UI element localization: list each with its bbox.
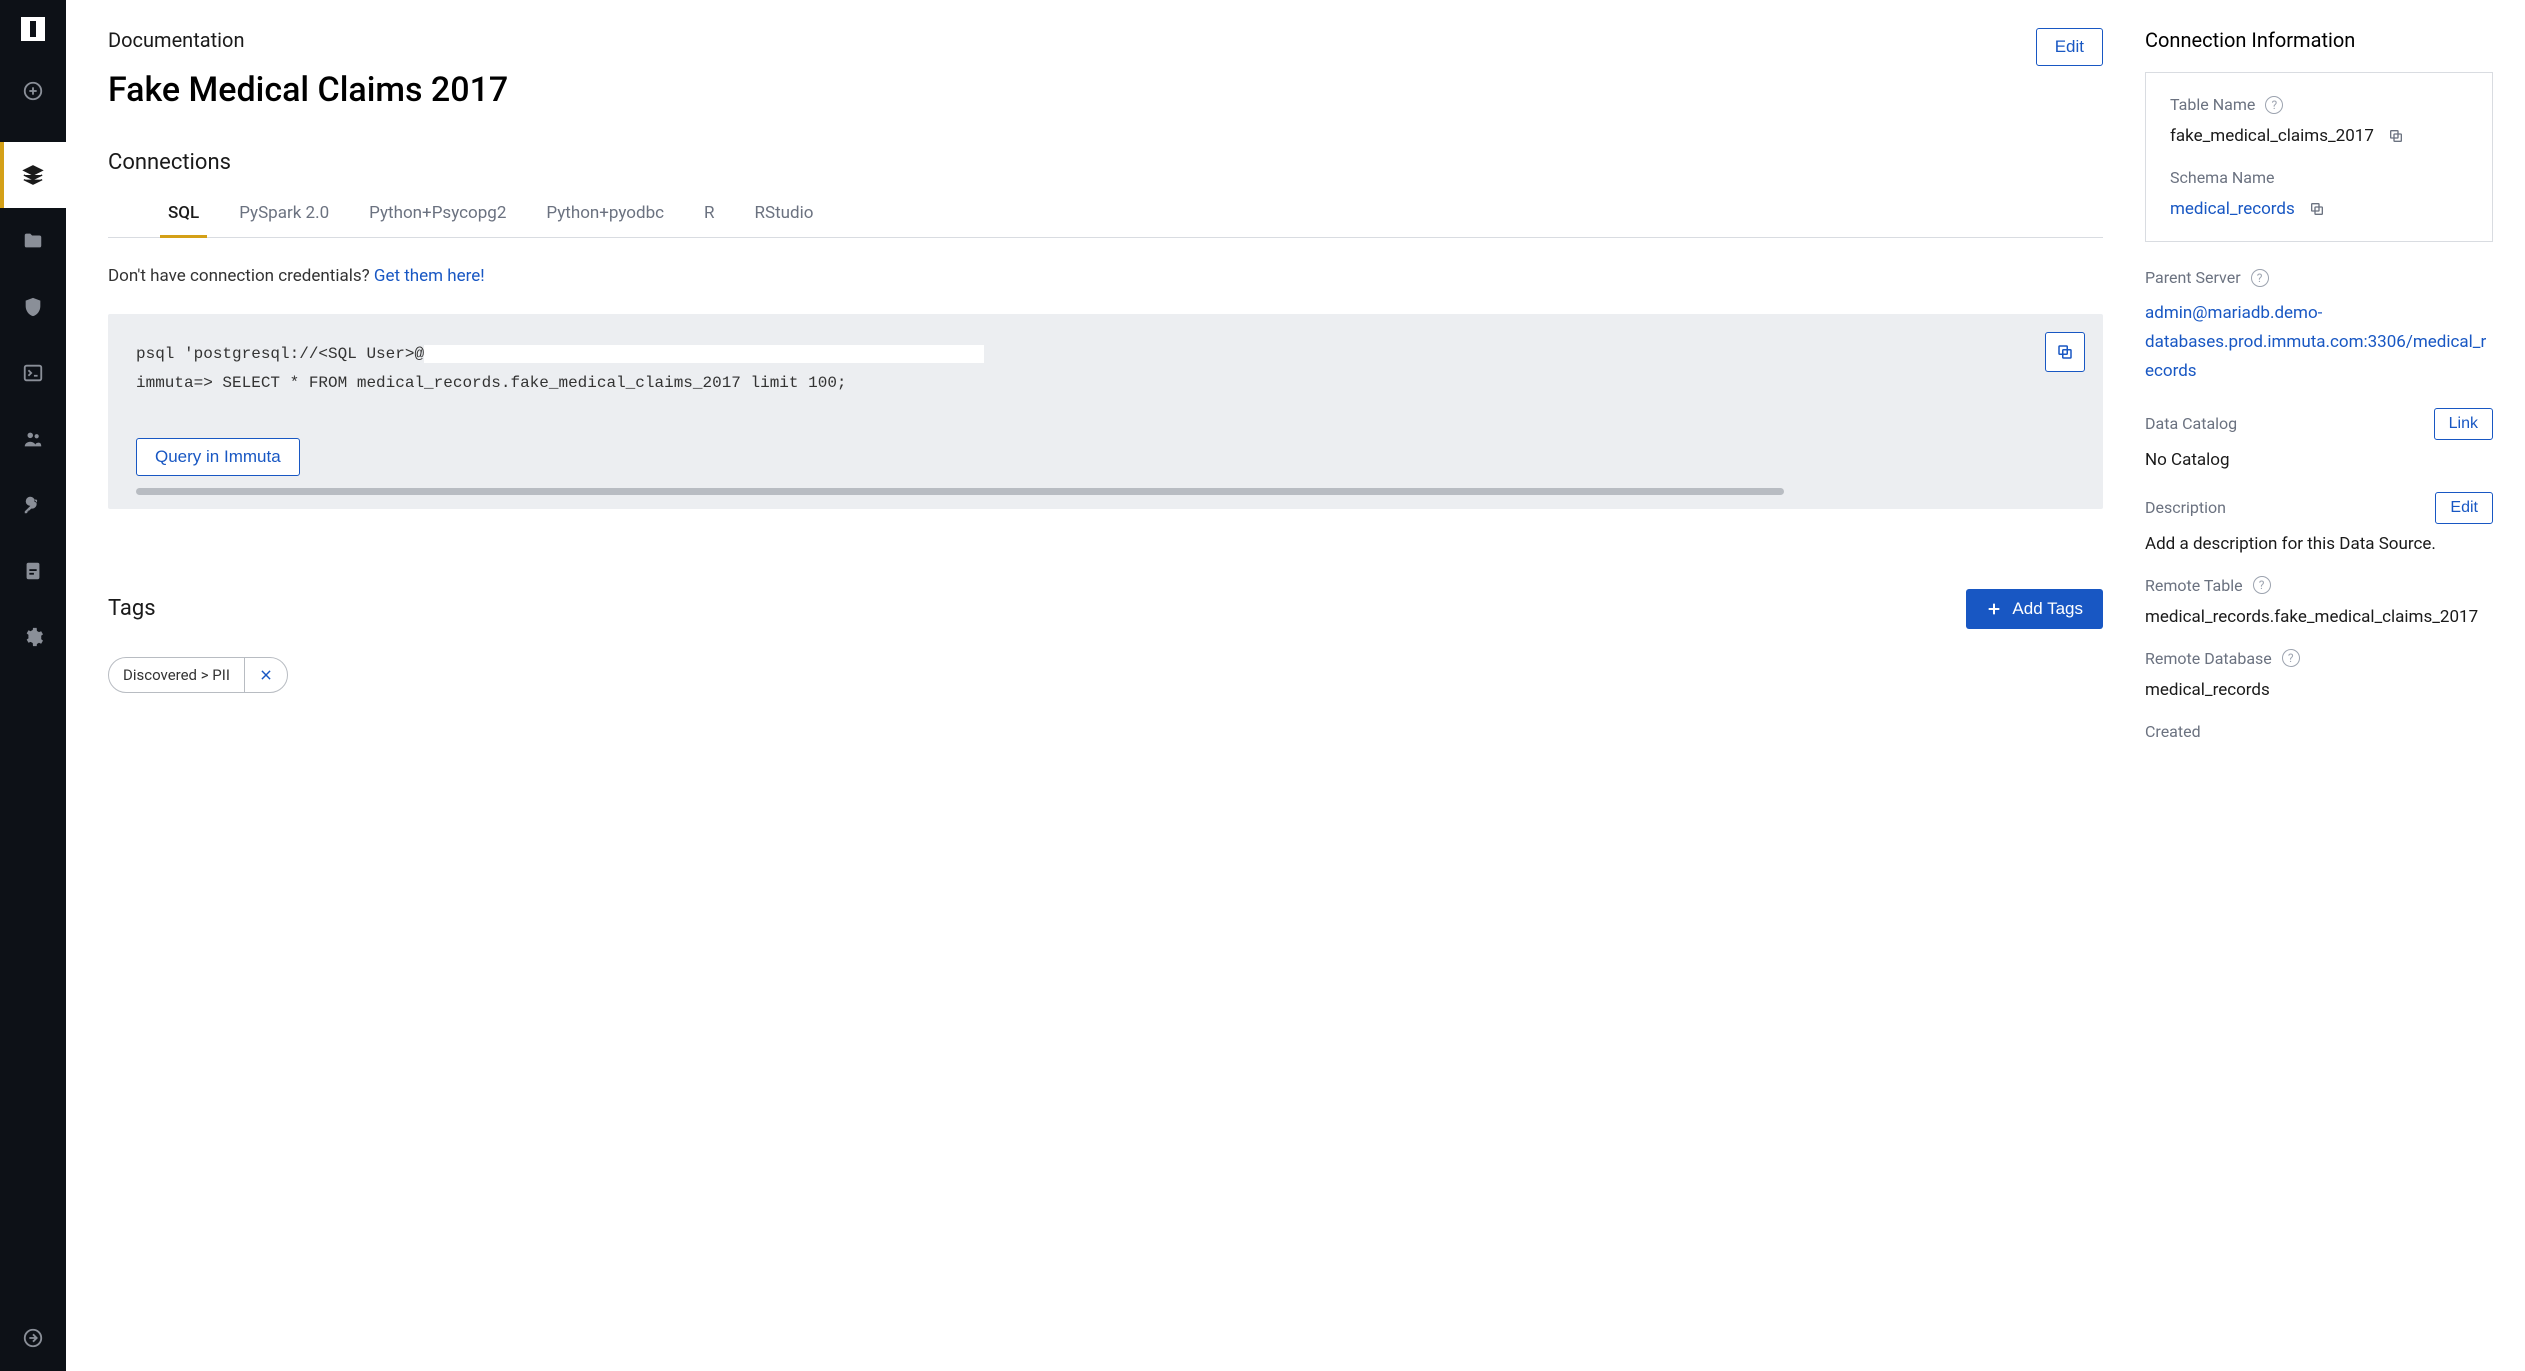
nav-projects[interactable] (0, 208, 66, 274)
copy-code-button[interactable] (2045, 332, 2085, 372)
nav-data-sources[interactable] (0, 142, 66, 208)
app-logo[interactable] (0, 0, 66, 58)
parent-server-link[interactable]: admin@mariadb.demo-databases.prod.immuta… (2145, 299, 2493, 386)
nav-collapse[interactable] (0, 1305, 66, 1371)
copy-icon[interactable] (2388, 128, 2404, 144)
schema-name-label: Schema Name (2170, 168, 2468, 187)
edit-documentation-button[interactable]: Edit (2036, 28, 2103, 66)
shield-icon (22, 296, 44, 318)
tab-rstudio[interactable]: RStudio (755, 193, 814, 237)
data-catalog-label: Data Catalog (2145, 414, 2237, 433)
schema-name-value: medical_records (2170, 199, 2468, 219)
add-tags-label: Add Tags (2012, 599, 2083, 619)
page-title: Fake Medical Claims 2017 (108, 70, 508, 110)
help-icon[interactable]: ? (2282, 649, 2300, 667)
tag-chip: Discovered > PII (108, 657, 288, 693)
connection-info-box: Table Name ? fake_medical_claims_2017 Sc… (2145, 72, 2493, 242)
created-label: Created (2145, 722, 2493, 741)
sidebar (0, 0, 66, 1371)
nav-add[interactable] (0, 58, 66, 124)
connection-tabs: SQL PySpark 2.0 Python+Psycopg2 Python+p… (108, 193, 2103, 238)
connections-title: Connections (108, 150, 2103, 175)
tab-psycopg2[interactable]: Python+Psycopg2 (369, 193, 506, 237)
credentials-prompt-text: Don't have connection credentials? (108, 266, 374, 286)
parent-server-label: Parent Server ? (2145, 268, 2493, 287)
connection-info-title: Connection Information (2145, 28, 2493, 52)
table-name-value: fake_medical_claims_2017 (2170, 126, 2468, 146)
tag-remove-button[interactable] (244, 658, 287, 692)
copy-icon (2056, 343, 2074, 361)
tag-label: Discovered > PII (109, 658, 244, 692)
parent-server-value: admin@mariadb.demo-databases.prod.immuta… (2145, 299, 2493, 386)
plus-icon (1986, 601, 2002, 617)
remote-database-label: Remote Database ? (2145, 649, 2493, 668)
code-line-1: psql 'postgresql://<SQL User>@ (136, 345, 424, 363)
tab-pyspark[interactable]: PySpark 2.0 (239, 193, 329, 237)
horizontal-scrollbar[interactable] (136, 488, 2075, 495)
arrow-right-circle-icon (22, 1327, 44, 1349)
edit-description-button[interactable]: Edit (2435, 492, 2493, 524)
remote-table-label: Remote Table ? (2145, 576, 2493, 595)
gear-icon (22, 626, 44, 648)
close-icon (259, 668, 273, 682)
query-in-immuta-button[interactable]: Query in Immuta (136, 438, 300, 476)
redacted-host (424, 345, 984, 363)
tab-sql[interactable]: SQL (168, 193, 199, 237)
nav-console[interactable] (0, 340, 66, 406)
description-label: Description (2145, 498, 2226, 517)
nav-policies[interactable] (0, 274, 66, 340)
people-icon (22, 428, 44, 450)
terminal-icon (22, 362, 44, 384)
tab-pyodbc[interactable]: Python+pyodbc (546, 193, 664, 237)
key-icon (22, 494, 44, 516)
add-tags-button[interactable]: Add Tags (1966, 589, 2103, 629)
remote-table-value: medical_records.fake_medical_claims_2017 (2145, 607, 2493, 627)
code-line-2: immuta=> SELECT * FROM medical_records.f… (136, 374, 847, 392)
copy-icon[interactable] (2309, 201, 2325, 217)
credentials-prompt: Don't have connection credentials? Get t… (108, 266, 2103, 286)
remote-database-value: medical_records (2145, 680, 2493, 700)
nav-people[interactable] (0, 406, 66, 472)
table-name-label: Table Name ? (2170, 95, 2468, 114)
schema-name-link[interactable]: medical_records (2170, 199, 2295, 219)
link-catalog-button[interactable]: Link (2434, 408, 2493, 440)
help-icon[interactable]: ? (2253, 576, 2271, 594)
document-icon (22, 560, 44, 582)
help-icon[interactable]: ? (2265, 96, 2283, 114)
nav-settings[interactable] (0, 604, 66, 670)
tags-title: Tags (108, 596, 156, 621)
get-credentials-link[interactable]: Get them here! (374, 266, 485, 286)
plus-circle-icon (22, 80, 44, 102)
layers-icon (22, 164, 44, 186)
data-catalog-value: No Catalog (2145, 450, 2493, 470)
nav-keys[interactable] (0, 472, 66, 538)
nav-reports[interactable] (0, 538, 66, 604)
description-value: Add a description for this Data Source. (2145, 534, 2493, 554)
folder-icon (22, 230, 44, 252)
code-content: psql 'postgresql://<SQL User>@ immuta=> … (136, 340, 2075, 398)
code-block: psql 'postgresql://<SQL User>@ immuta=> … (108, 314, 2103, 509)
tab-r[interactable]: R (704, 193, 714, 237)
documentation-label: Documentation (108, 28, 508, 52)
help-icon[interactable]: ? (2251, 269, 2269, 287)
